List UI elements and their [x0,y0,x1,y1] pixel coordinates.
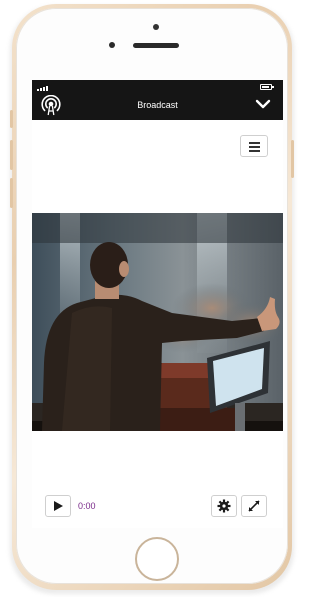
volume-up-button [10,140,13,170]
expand-icon [248,500,260,512]
earpiece-speaker [133,43,179,48]
app-screen: Broadcast 0:00 [32,80,283,528]
home-button[interactable] [135,537,179,581]
chevron-down-icon[interactable] [255,98,271,110]
proximity-sensor [109,42,115,48]
power-button [291,140,294,178]
battery-icon [260,84,274,90]
play-button[interactable] [45,495,71,517]
play-icon [54,501,63,511]
page-title: Broadcast [137,100,178,110]
gear-icon [217,499,231,513]
video-player[interactable] [32,213,283,431]
playback-time: 0:00 [78,501,96,511]
menu-button[interactable] [240,135,268,157]
player-controls: 0:00 [32,490,283,520]
settings-button[interactable] [211,495,237,517]
mute-switch [10,110,13,128]
speaker-video-frame [32,213,283,431]
top-bar: Broadcast [32,80,283,120]
signal-icon [37,85,51,91]
volume-down-button [10,178,13,208]
front-camera [153,24,159,30]
hamburger-menu-icon [249,142,260,144]
fullscreen-button[interactable] [241,495,267,517]
